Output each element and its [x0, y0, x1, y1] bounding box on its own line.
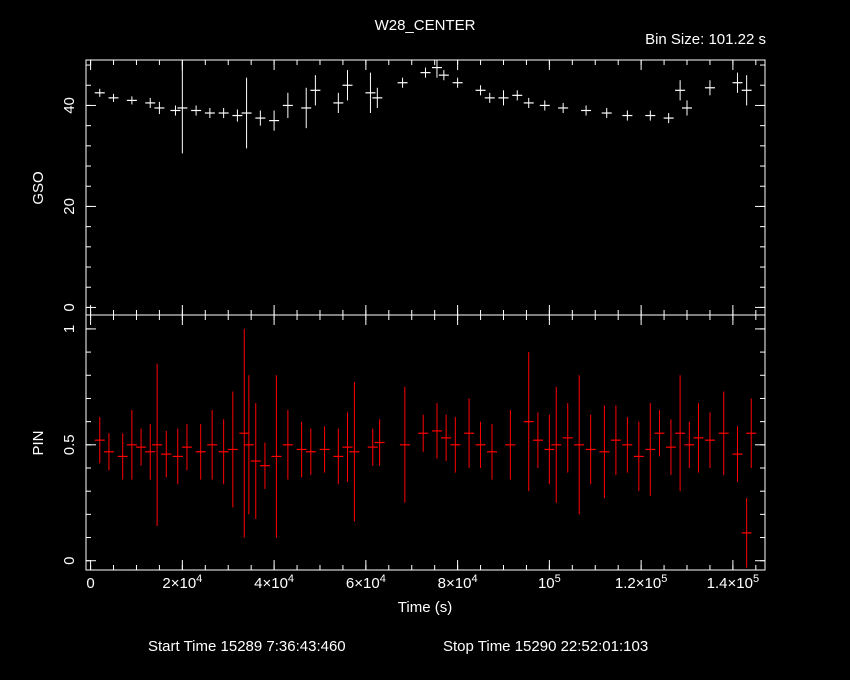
gso-y-tick-label: 20	[61, 198, 78, 215]
gso-y-tick-label: 0	[61, 303, 78, 311]
x-tick-label: 0	[86, 575, 94, 592]
gso-y-tick-label: 40	[61, 97, 78, 114]
x-tick-label: 1.2×105	[615, 573, 667, 592]
pin-y-tick-label: 0	[61, 557, 78, 565]
pin-axis-label: PIN	[30, 430, 47, 455]
pin-y-tick-label: 0.5	[61, 434, 78, 455]
pin-y-tick-label: 1	[61, 325, 78, 333]
start-time-label: Start Time 15289 7:36:43:460	[148, 638, 346, 655]
gso-axis-label: GSO	[30, 171, 47, 204]
bin-size-label: Bin Size: 101.22 s	[645, 31, 766, 48]
light-curve-figure: W28_CENTER Bin Size: 101.22 s 02040 GSO …	[0, 0, 850, 680]
x-axis-label: Time (s)	[398, 599, 452, 616]
x-tick-label: 1.4×105	[707, 573, 759, 592]
stop-time-label: Stop Time 15290 22:52:01:103	[443, 638, 648, 655]
chart-title: W28_CENTER	[375, 17, 476, 34]
